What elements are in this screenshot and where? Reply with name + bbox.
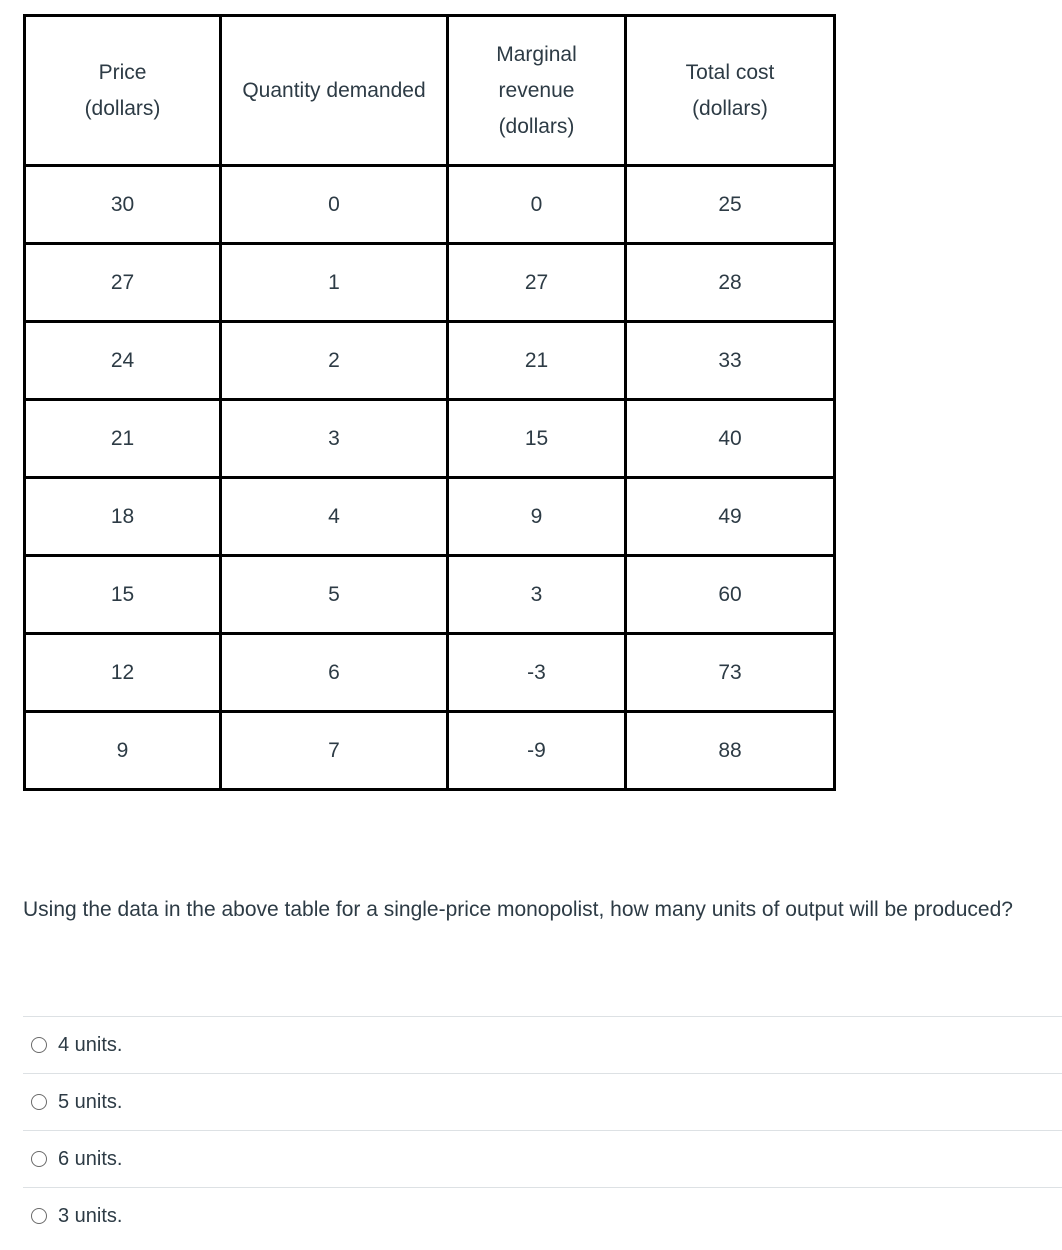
quantity-cell: 7 — [219, 710, 449, 791]
quantity-cell: 1 — [219, 242, 449, 323]
price-cell: 27 — [23, 242, 222, 323]
question-text: Using the data in the above table for a … — [23, 898, 1013, 921]
header-text: Marginal — [496, 42, 577, 66]
total-cost-cell: 49 — [624, 476, 836, 557]
quantity-cell: 0 — [219, 164, 449, 245]
price-cell: 21 — [23, 398, 222, 479]
answer-list: 4 units. 5 units. 6 units. 3 units. — [23, 1016, 1062, 1244]
marginal-revenue-cell: 15 — [446, 398, 627, 479]
price-cell: 18 — [23, 476, 222, 557]
table-row: 9 7 -9 88 — [23, 710, 836, 791]
header-text: (dollars) — [84, 96, 161, 120]
price-cell: 15 — [23, 554, 222, 635]
answer-label: 6 units. — [58, 1147, 123, 1170]
table-row: 21 3 15 40 — [23, 398, 836, 479]
header-total-cost: Total cost (dollars) — [624, 14, 836, 167]
quantity-cell: 6 — [219, 632, 449, 713]
answer-option[interactable]: 3 units. — [23, 1187, 1062, 1244]
table-row: 24 2 21 33 — [23, 320, 836, 401]
radio-button-icon[interactable] — [31, 1094, 47, 1110]
total-cost-cell: 40 — [624, 398, 836, 479]
header-text: Price — [98, 60, 147, 84]
marginal-revenue-cell: 27 — [446, 242, 627, 323]
price-cell: 9 — [23, 710, 222, 791]
price-cell: 12 — [23, 632, 222, 713]
header-text: revenue — [498, 78, 575, 102]
total-cost-cell: 88 — [624, 710, 836, 791]
answer-option[interactable]: 4 units. — [23, 1016, 1062, 1073]
table-row: 18 4 9 49 — [23, 476, 836, 557]
price-cell: 30 — [23, 164, 222, 245]
header-text: (dollars) — [498, 114, 575, 138]
table-row: 15 5 3 60 — [23, 554, 836, 635]
total-cost-cell: 28 — [624, 242, 836, 323]
marginal-revenue-cell: 9 — [446, 476, 627, 557]
price-cell: 24 — [23, 320, 222, 401]
answer-option[interactable]: 6 units. — [23, 1130, 1062, 1187]
answer-label: 5 units. — [58, 1090, 123, 1113]
radio-button-icon[interactable] — [31, 1037, 47, 1053]
total-cost-cell: 25 — [624, 164, 836, 245]
table-row: 12 6 -3 73 — [23, 632, 836, 713]
total-cost-cell: 33 — [624, 320, 836, 401]
radio-button-icon[interactable] — [31, 1151, 47, 1167]
header-quantity-demanded: Quantity demanded — [219, 14, 449, 167]
quantity-cell: 2 — [219, 320, 449, 401]
quantity-cell: 5 — [219, 554, 449, 635]
total-cost-cell: 60 — [624, 554, 836, 635]
header-price: Price (dollars) — [23, 14, 222, 167]
header-marginal-revenue: Marginal revenue (dollars) — [446, 14, 627, 167]
monopolist-data-table: Price (dollars) Quantity demanded Margin… — [23, 14, 836, 791]
marginal-revenue-cell: 21 — [446, 320, 627, 401]
table-row: 30 0 0 25 — [23, 164, 836, 245]
total-cost-cell: 73 — [624, 632, 836, 713]
marginal-revenue-cell: -3 — [446, 632, 627, 713]
radio-button-icon[interactable] — [31, 1208, 47, 1224]
marginal-revenue-cell: 3 — [446, 554, 627, 635]
answer-option[interactable]: 5 units. — [23, 1073, 1062, 1130]
header-text: Total cost — [685, 60, 775, 84]
table-header-row: Price (dollars) Quantity demanded Margin… — [23, 14, 836, 167]
answer-label: 4 units. — [58, 1033, 123, 1056]
table-row: 27 1 27 28 — [23, 242, 836, 323]
header-text: Quantity demanded — [242, 78, 426, 102]
marginal-revenue-cell: -9 — [446, 710, 627, 791]
quantity-cell: 4 — [219, 476, 449, 557]
marginal-revenue-cell: 0 — [446, 164, 627, 245]
answer-label: 3 units. — [58, 1204, 123, 1227]
header-text: (dollars) — [692, 96, 768, 120]
quantity-cell: 3 — [219, 398, 449, 479]
